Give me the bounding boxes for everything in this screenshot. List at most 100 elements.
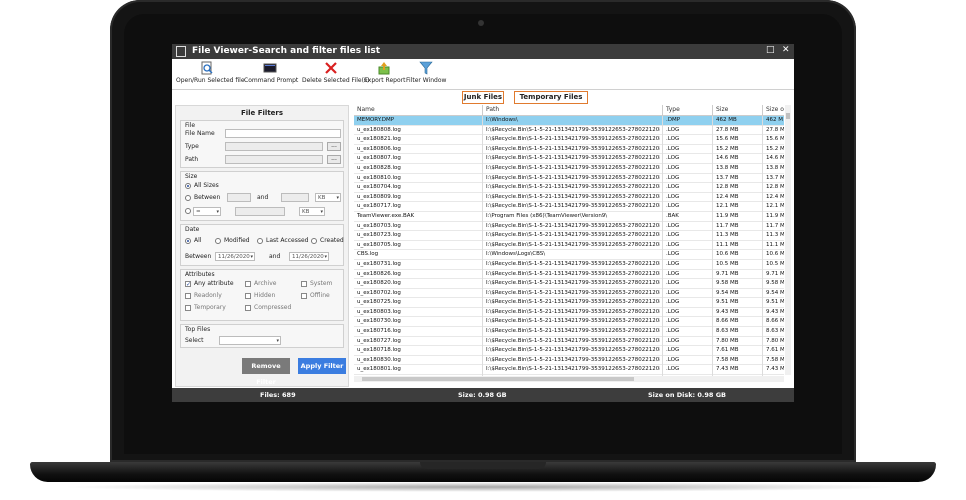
scrollbar-thumb[interactable] (786, 113, 790, 119)
size-operator-select[interactable]: = ▾ (193, 207, 221, 216)
column-divider (762, 365, 763, 376)
top-files-select[interactable]: ▾ (219, 336, 281, 345)
column-divider (712, 192, 713, 203)
modified-label: Modified (224, 237, 250, 244)
column-divider (712, 279, 713, 289)
table-row[interactable]: u_ex180725.log I:\$Recycle.Bin\S-1-5-21-1… (354, 298, 784, 308)
table-row[interactable]: u_ex180727.log I:\$Recycle.Bin\S-1-5-21-1… (354, 336, 784, 347)
hidden-checkbox[interactable] (245, 293, 251, 299)
modified-radio[interactable] (215, 238, 221, 244)
table-row[interactable]: u_ex180809.log I:\$Recycle.Bin\S-1-5-21-1… (354, 192, 784, 203)
table-row[interactable]: u_ex180807.log I:\$Recycle.Bin\S-1-5-21-1… (354, 154, 784, 164)
open-run-button[interactable]: Open/Run Selected file (176, 61, 245, 88)
column-divider (712, 125, 713, 136)
created-radio[interactable] (311, 238, 317, 244)
table-row[interactable]: MEMORY.DMP I:\Windows\ .DMP 462 MB 462 M (354, 116, 784, 126)
cell-path: I:\$Recycle.Bin\S-1-5-21-1313421799-3539… (486, 155, 660, 162)
size-max-input[interactable] (281, 193, 309, 202)
table-row[interactable]: u_ex180828.log I:\$Recycle.Bin\S-1-5-21-1… (354, 163, 784, 174)
command-prompt-button[interactable]: Command Prompt (244, 61, 298, 88)
column-header-path[interactable]: Path (486, 106, 499, 113)
table-row[interactable]: u_ex180703.log I:\$Recycle.Bin\S-1-5-21-1… (354, 221, 784, 232)
cell-size-on-disk: 7.80 M (766, 337, 784, 344)
table-row[interactable]: u_ex180803.log I:\$Recycle.Bin\S-1-5-21-1… (354, 307, 784, 318)
column-divider (662, 154, 663, 164)
column-header-size-on-disk[interactable]: Size o (766, 106, 784, 113)
table-row[interactable]: u_ex180716.log I:\$Recycle.Bin\S-1-5-21-1… (354, 327, 784, 337)
size-compare-radio[interactable] (185, 208, 191, 214)
size-min-input[interactable] (227, 193, 251, 202)
table-row[interactable]: u_ex180830.log I:\$Recycle.Bin\S-1-5-21-1… (354, 355, 784, 366)
file-group: File File Name Type ... Path ... (180, 120, 344, 168)
column-header-type[interactable]: Type (666, 106, 680, 113)
cell-path: I:\Program Files (x86)\TeamViewer\Versio… (486, 212, 608, 219)
archive-checkbox[interactable] (245, 281, 251, 287)
vertical-scrollbar[interactable] (785, 105, 791, 375)
column-divider (662, 240, 663, 251)
readonly-checkbox[interactable] (185, 293, 191, 299)
cell-size: 12.4 MB (716, 193, 739, 200)
apply-filter-button[interactable]: Apply Filter (298, 358, 346, 374)
table-row[interactable]: u_ex180705.log I:\$Recycle.Bin\S-1-5-21-1… (354, 240, 784, 251)
table-row[interactable]: u_ex180810.log I:\$Recycle.Bin\S-1-5-21-1… (354, 173, 784, 184)
table-row[interactable]: u_ex180826.log I:\$Recycle.Bin\S-1-5-21-1… (354, 269, 784, 280)
cell-path: I:\$Recycle.Bin\S-1-5-21-1313421799-3539… (486, 270, 660, 277)
temporary-checkbox[interactable] (185, 305, 191, 311)
table-row[interactable]: u_ex180730.log I:\$Recycle.Bin\S-1-5-21-1… (354, 317, 784, 328)
column-divider (482, 231, 483, 241)
size-value-input[interactable] (235, 207, 285, 216)
maximize-button[interactable]: □ (766, 45, 775, 55)
type-input[interactable] (225, 142, 323, 151)
table-row[interactable]: CBS.log I:\Windows\Logs\CBS\ .LOG 10.6 MB 10… (354, 250, 784, 260)
table-row[interactable]: u_ex180808.log I:\$Recycle.Bin\S-1-5-21-1… (354, 125, 784, 136)
size-between-radio[interactable] (185, 195, 191, 201)
cell-size: 14.6 MB (716, 155, 739, 162)
toolbar-label: Filter Window (406, 77, 447, 84)
export-report-button[interactable]: Export Report (364, 61, 406, 88)
table-row[interactable]: u_ex180702.log I:\$Recycle.Bin\S-1-5-21-1… (354, 288, 784, 299)
column-divider (712, 250, 713, 260)
date-to-picker[interactable]: 11/26/2020 ▾ (289, 252, 329, 261)
last-accessed-radio[interactable] (257, 238, 263, 244)
cell-type: .BAK (666, 212, 679, 219)
column-divider (482, 211, 483, 222)
all-sizes-radio[interactable] (185, 183, 191, 189)
path-input[interactable] (225, 155, 323, 164)
table-row[interactable]: u_ex180717.log I:\$Recycle.Bin\S-1-5-21-1… (354, 202, 784, 212)
size-unit-select-1[interactable]: KB ▾ (315, 193, 341, 202)
column-divider (712, 288, 713, 299)
table-row[interactable]: u_ex180731.log I:\$Recycle.Bin\S-1-5-21-1… (354, 259, 784, 270)
system-checkbox[interactable] (301, 281, 307, 287)
type-browse-button[interactable]: ... (327, 142, 341, 151)
filter-window-button[interactable]: Filter Window (406, 61, 446, 88)
offline-checkbox[interactable] (301, 293, 307, 299)
temporary-files-tab[interactable]: Temporary Files (514, 91, 588, 104)
any-attribute-checkbox[interactable]: ✓ (185, 281, 191, 288)
toolbar-label: Export Report (364, 77, 406, 84)
table-row[interactable]: u_ex180723.log I:\$Recycle.Bin\S-1-5-21-1… (354, 231, 784, 241)
junk-files-tab[interactable]: Junk Files (462, 91, 504, 104)
compressed-checkbox[interactable] (245, 305, 251, 311)
path-browse-button[interactable]: ... (327, 155, 341, 164)
remove-filter-button[interactable]: Remove Filter (242, 358, 290, 386)
column-header-name[interactable]: Name (357, 106, 375, 113)
table-row[interactable]: u_ex180821.log I:\$Recycle.Bin\S-1-5-21-1… (354, 135, 784, 145)
table-row[interactable]: u_ex180718.log I:\$Recycle.Bin\S-1-5-21-1… (354, 346, 784, 356)
horizontal-scrollbar[interactable] (354, 376, 784, 382)
scrollbar-thumb[interactable] (362, 377, 634, 381)
table-row[interactable]: u_ex180704.log I:\$Recycle.Bin\S-1-5-21-1… (354, 183, 784, 193)
table-row[interactable]: u_ex180801.log I:\$Recycle.Bin\S-1-5-21-1… (354, 365, 784, 376)
column-divider (712, 298, 713, 308)
size-unit-select-2[interactable]: KB ▾ (299, 207, 325, 216)
cell-name: u_ex180703.log (357, 222, 401, 229)
file-name-input[interactable] (225, 129, 341, 138)
toolbar-label: Open/Run Selected file (176, 77, 245, 84)
date-from-picker[interactable]: 11/26/2020 ▾ (215, 252, 255, 261)
delete-selected-button[interactable]: Delete Selected File(s) (302, 61, 369, 88)
column-header-size[interactable]: Size (716, 106, 728, 113)
table-row[interactable]: TeamViewer.exe.BAK I:\Program Files (x86)… (354, 211, 784, 222)
close-button[interactable]: ✕ (782, 45, 790, 55)
table-row[interactable]: u_ex180806.log I:\$Recycle.Bin\S-1-5-21-1… (354, 144, 784, 155)
date-all-radio[interactable] (185, 238, 191, 244)
table-row[interactable]: u_ex180820.log I:\$Recycle.Bin\S-1-5-21-1… (354, 279, 784, 289)
